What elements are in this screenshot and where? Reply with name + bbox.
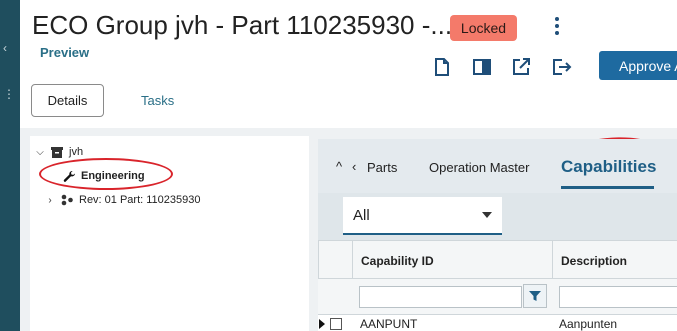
column-header-capability-id[interactable]: Capability ID	[352, 241, 552, 280]
active-tab-indicator	[561, 186, 654, 189]
structure-tree	[30, 136, 309, 331]
archive-box-icon	[50, 146, 64, 158]
description-cell: Aanpunten	[559, 317, 618, 331]
tree-node-label: Rev: 01 Part: 110235930	[79, 194, 201, 206]
tree-node-engineering[interactable]: Engineering	[62, 170, 145, 182]
preview-link[interactable]: Preview	[40, 45, 89, 60]
column-header-description[interactable]: Description	[552, 241, 677, 280]
external-link-icon[interactable]	[510, 56, 532, 78]
more-options-icon[interactable]	[549, 13, 565, 39]
collapse-chevron-icon[interactable]: ^	[336, 159, 342, 174]
status-badge: Locked	[450, 15, 517, 41]
hierarchy-icon	[60, 194, 74, 206]
description-filter-input[interactable]	[559, 286, 677, 308]
export-icon[interactable]	[551, 56, 573, 78]
tree-node-root[interactable]: ⌵ jvh	[34, 146, 83, 158]
capability-id-filter-input[interactable]	[359, 286, 522, 308]
table-row[interactable]: AANPUNT Aanpunten	[318, 315, 677, 331]
caret-down-icon	[482, 212, 492, 218]
chevron-down-icon[interactable]: ⌵	[34, 147, 46, 158]
tree-node-label: Engineering	[81, 170, 145, 182]
tab-parts[interactable]: Parts	[367, 160, 397, 175]
back-chevron-icon[interactable]: ‹	[352, 159, 356, 174]
tab-capabilities[interactable]: Capabilities	[561, 157, 656, 177]
header-spacer	[318, 241, 352, 280]
approve-button[interactable]: Approve A	[599, 51, 677, 80]
filter-select-value: All	[353, 206, 370, 224]
rail-chevron-icon[interactable]: ‹	[3, 42, 7, 54]
tree-node-label: jvh	[69, 146, 84, 158]
left-nav-rail: ‹ ⋮	[0, 0, 20, 331]
rail-menu-icon[interactable]: ⋮	[3, 88, 15, 100]
tab-tasks[interactable]: Tasks	[141, 93, 174, 108]
filter-select[interactable]: All	[343, 197, 502, 235]
page-title: ECO Group jvh - Part 110235930 -...	[32, 10, 453, 40]
current-row-indicator	[319, 319, 325, 329]
filter-icon[interactable]	[523, 284, 547, 308]
document-icon[interactable]	[431, 56, 453, 78]
table-header: Capability ID Description	[318, 240, 677, 280]
tree-node-revision[interactable]: › Rev: 01 Part: 110235930	[44, 194, 201, 206]
capability-id-cell: AANPUNT	[360, 317, 418, 331]
filter-row	[318, 279, 677, 315]
panel-icon[interactable]	[471, 56, 493, 78]
row-checkbox[interactable]	[330, 318, 342, 330]
tab-operation-master[interactable]: Operation Master	[429, 160, 529, 175]
chevron-right-icon[interactable]: ›	[44, 195, 56, 206]
tab-details[interactable]: Details	[31, 84, 104, 117]
wrench-icon	[62, 170, 76, 182]
